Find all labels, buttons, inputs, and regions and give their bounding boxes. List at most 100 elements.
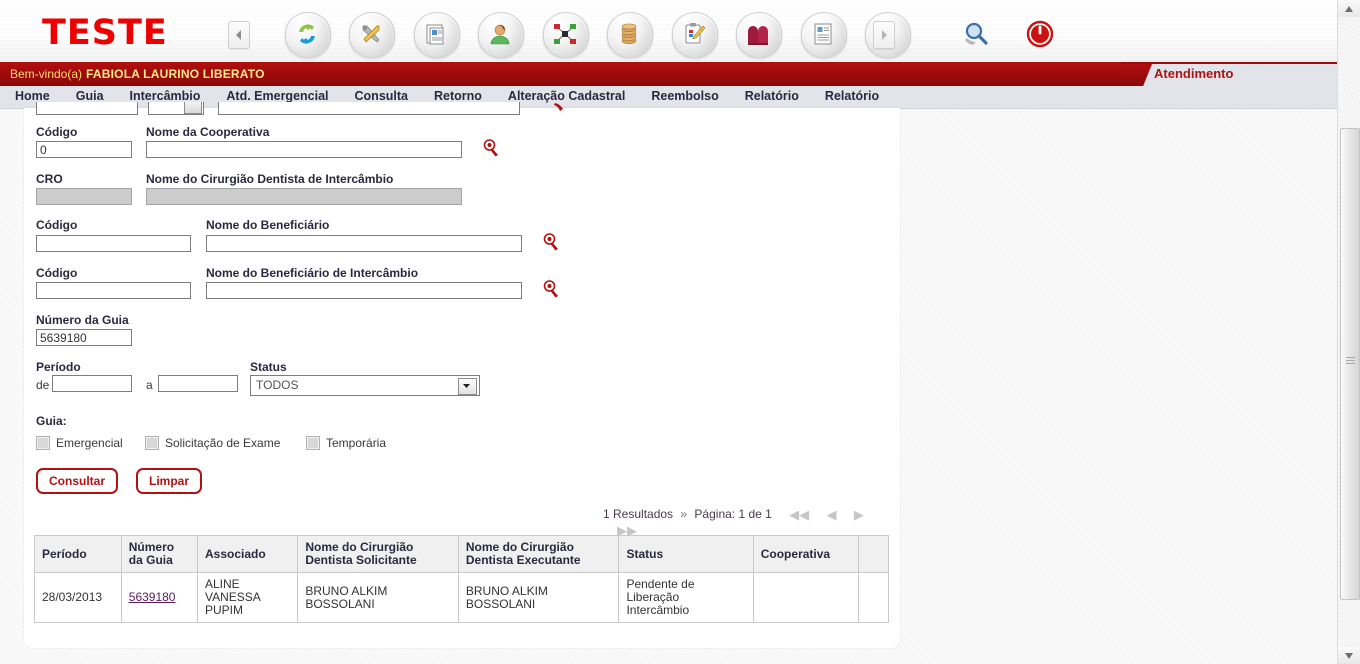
label-nome-cooperativa: Nome da Cooperativa xyxy=(146,125,270,139)
label-periodo: Período xyxy=(36,360,81,374)
chevron-right-icon[interactable] xyxy=(873,21,895,49)
magnifier-search-icon-beneficiario-intercambio[interactable] xyxy=(543,280,561,298)
module-tab-atendimento[interactable]: Atendimento xyxy=(1122,62,1360,86)
partial-field-top-left[interactable] xyxy=(36,102,138,115)
power-off-icon[interactable] xyxy=(1018,12,1062,56)
input-periodo-de[interactable] xyxy=(52,375,132,392)
network-nodes-icon[interactable] xyxy=(542,12,589,58)
report-document-icon[interactable] xyxy=(800,12,847,58)
module-tab-label: Atendimento xyxy=(1154,66,1234,81)
cell-solicitante: BRUNO ALKIM BOSSOLANI xyxy=(297,572,459,623)
menu-item-relatorio-2[interactable]: Relatório xyxy=(812,86,892,107)
pagination-next-button[interactable]: ▶ xyxy=(854,507,864,523)
cell-cooperativa xyxy=(752,572,859,623)
pagination-separator: » xyxy=(680,507,688,522)
application-window: TESTE Bem-vindo(a) FABIOLA LAURINO LIBER… xyxy=(0,0,1360,664)
results-table: Período Número da Guia Associado Nome do… xyxy=(34,535,890,623)
input-nome-cirurgiao-intercambio xyxy=(146,188,462,205)
cell-executante: BRUNO ALKIM BOSSOLANI xyxy=(457,572,620,623)
input-cro xyxy=(36,188,132,205)
label-nome-cirurgiao-intercambio: Nome do Cirurgião Dentista de Intercâmbi… xyxy=(146,172,394,186)
icon-toolbar xyxy=(285,12,1078,58)
input-codigo-beneficiario-intercambio[interactable] xyxy=(36,282,191,299)
consultar-button[interactable]: Consultar xyxy=(36,468,119,494)
label-guia-group: Guia: xyxy=(36,414,67,428)
user-name: FABIOLA LAURINO LIBERATO xyxy=(86,67,265,81)
label-periodo-de: de xyxy=(36,378,50,392)
guia-link[interactable]: 5639180 xyxy=(129,590,176,604)
checkbox-emergencial[interactable]: Emergencial xyxy=(36,434,123,452)
magnifier-search-icon-cooperativa[interactable] xyxy=(483,139,501,157)
checkbox-solicitacao-exame[interactable]: Solicitação de Exame xyxy=(145,434,280,452)
pagination-first-button[interactable]: ◀◀ xyxy=(789,507,809,523)
input-nome-cooperativa[interactable] xyxy=(146,141,462,158)
table-header-row: Período Número da Guia Associado Nome do… xyxy=(34,535,890,573)
label-codigo-cooperativa: Código xyxy=(36,125,78,139)
clipboard-pencil-icon[interactable] xyxy=(671,12,718,58)
checkbox-emergencial-box[interactable] xyxy=(36,435,50,450)
checkbox-solicitacao-exame-box[interactable] xyxy=(145,435,159,450)
limpar-button[interactable]: Limpar xyxy=(136,468,203,494)
coins-stack-icon[interactable] xyxy=(607,12,654,58)
partial-calendar-icon[interactable] xyxy=(184,102,202,114)
scrollbar-thumb[interactable] xyxy=(1340,128,1360,600)
select-status[interactable]: TODOS xyxy=(250,375,480,396)
select-status-value: TODOS xyxy=(256,378,299,392)
label-periodo-a: a xyxy=(146,378,153,392)
welcome-prefix: Bem-vindo(a) xyxy=(10,67,83,81)
partial-field-top-right[interactable] xyxy=(218,102,520,115)
content-panel: Código Nome da Cooperativa CRO Nome do C… xyxy=(24,102,900,648)
column-header-periodo: Período xyxy=(34,535,122,573)
scrollbar-grip xyxy=(1346,357,1355,364)
label-nome-beneficiario-intercambio: Nome do Beneficiário de Intercâmbio xyxy=(206,266,419,280)
column-header-numero-guia: Número da Guia xyxy=(120,535,199,573)
cell-status: Pendente de Liberação Intercâmbio xyxy=(618,572,754,623)
vertical-scrollbar[interactable] xyxy=(1337,0,1360,664)
menu-item-relatorio-1[interactable]: Relatório xyxy=(732,86,812,107)
chevron-left-icon[interactable] xyxy=(228,21,250,49)
label-nome-beneficiario: Nome do Beneficiário xyxy=(206,218,330,232)
menu-item-reembolso[interactable]: Reembolso xyxy=(638,86,731,107)
column-header-actions xyxy=(857,535,890,573)
label-status: Status xyxy=(250,360,287,374)
magnifier-search-icon-beneficiario[interactable] xyxy=(543,233,561,251)
cell-associado: ALINE VANESSA PUPIM xyxy=(196,572,299,623)
input-periodo-a[interactable] xyxy=(158,375,238,392)
column-header-executante: Nome do Cirurgião Dentista Executante xyxy=(457,535,620,573)
input-numero-guia[interactable] xyxy=(36,329,132,346)
tools-icon[interactable] xyxy=(349,12,396,58)
column-header-cooperativa: Cooperativa xyxy=(752,535,859,573)
checkbox-temporaria-box[interactable] xyxy=(306,435,320,450)
checkbox-temporaria[interactable]: Temporária xyxy=(306,434,386,452)
scroll-down-button[interactable] xyxy=(1338,647,1360,664)
chevron-down-icon[interactable] xyxy=(458,378,477,395)
user-profile-icon[interactable] xyxy=(478,12,525,58)
refresh-cycle-icon[interactable] xyxy=(285,12,331,58)
label-numero-guia: Número da Guia xyxy=(36,313,129,327)
magnifier-icon[interactable] xyxy=(954,12,998,56)
table-row[interactable]: 28/03/2013 5639180 ALINE VANESSA PUPIM B… xyxy=(34,572,890,623)
document-edit-icon[interactable] xyxy=(413,12,460,58)
column-header-solicitante: Nome do Cirurgião Dentista Solicitante xyxy=(297,535,459,573)
checkbox-temporaria-label: Temporária xyxy=(326,435,387,450)
cell-actions xyxy=(857,572,890,623)
checkbox-emergencial-label: Emergencial xyxy=(56,435,123,450)
input-codigo-cooperativa[interactable] xyxy=(36,141,132,158)
input-codigo-beneficiario[interactable] xyxy=(36,235,191,252)
label-cro: CRO xyxy=(36,172,63,186)
cell-periodo: 28/03/2013 xyxy=(34,572,122,623)
input-nome-beneficiario[interactable] xyxy=(206,235,522,252)
top-toolbar: TESTE xyxy=(0,0,1338,63)
column-header-associado: Associado xyxy=(196,535,299,573)
page-indicator: Página: 1 de 1 xyxy=(694,507,772,522)
scroll-up-button[interactable] xyxy=(1338,0,1360,17)
input-nome-beneficiario-intercambio[interactable] xyxy=(206,282,522,299)
results-count: 1 Resultados xyxy=(603,507,674,522)
pagination-prev-button[interactable]: ◀ xyxy=(827,507,837,523)
arch-book-icon[interactable] xyxy=(736,12,783,58)
cell-numero-guia[interactable]: 5639180 xyxy=(120,572,199,623)
partial-magnifier-icon[interactable] xyxy=(554,100,564,111)
column-header-status: Status xyxy=(618,535,754,573)
label-codigo-beneficiario: Código xyxy=(36,218,78,232)
checkbox-solicitacao-exame-label: Solicitação de Exame xyxy=(165,435,281,450)
